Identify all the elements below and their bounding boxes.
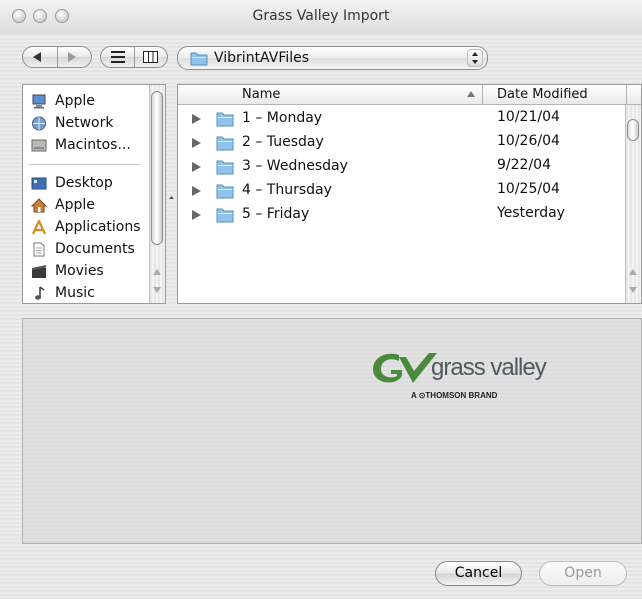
gv-logo-mark-icon bbox=[373, 353, 437, 383]
chevron-left-icon bbox=[33, 52, 41, 62]
column-view-icon bbox=[143, 51, 158, 63]
scroll-up-arrow-icon[interactable] bbox=[153, 269, 161, 275]
file-row[interactable]: 3 – Wednesday 9/22/04 bbox=[178, 155, 626, 179]
column-view-button[interactable] bbox=[135, 47, 168, 67]
cancel-button[interactable]: Cancel bbox=[435, 561, 522, 586]
sidebar-scrollbar[interactable] bbox=[149, 85, 165, 303]
movies-icon bbox=[32, 265, 46, 278]
hard-drive-icon bbox=[31, 139, 47, 152]
sidebar-separator bbox=[29, 164, 141, 165]
network-globe-icon bbox=[32, 116, 46, 131]
sort-ascending-icon bbox=[467, 91, 475, 97]
desktop-icon bbox=[31, 177, 47, 190]
window-title: Grass Valley Import bbox=[252, 8, 390, 24]
file-list-scroll-thumb[interactable] bbox=[627, 119, 639, 141]
folder-icon bbox=[216, 160, 234, 175]
applications-icon bbox=[32, 220, 46, 235]
scroll-up-arrow-icon[interactable] bbox=[629, 269, 637, 275]
sidebar: Apple Network Macintos... Desktop Apple … bbox=[22, 84, 166, 304]
column-header-date-modified[interactable]: Date Modified bbox=[482, 85, 626, 105]
disclosure-triangle-icon[interactable] bbox=[192, 162, 201, 172]
disclosure-triangle-icon[interactable] bbox=[192, 114, 201, 124]
disclosure-triangle-icon[interactable] bbox=[192, 210, 201, 220]
back-button[interactable] bbox=[23, 47, 57, 67]
folder-icon bbox=[216, 136, 234, 151]
home-icon bbox=[31, 198, 47, 213]
import-dialog-window: Grass Valley Import VibrintAVFiles Apple… bbox=[0, 0, 642, 599]
computer-icon bbox=[32, 94, 46, 109]
sidebar-scroll-thumb[interactable] bbox=[151, 91, 163, 245]
file-row[interactable]: 1 – Monday 10/21/04 bbox=[178, 107, 626, 131]
title-bar: Grass Valley Import bbox=[0, 0, 642, 34]
file-row[interactable]: 4 – Thursday 10/25/04 bbox=[178, 179, 626, 203]
preview-pane: grass valley A ⊙THOMSON BRAND bbox=[22, 318, 642, 544]
column-header-name[interactable]: Name bbox=[178, 85, 482, 105]
list-view-button[interactable] bbox=[101, 47, 134, 67]
folder-icon bbox=[190, 52, 208, 66]
location-label: VibrintAVFiles bbox=[214, 50, 310, 66]
scroll-down-arrow-icon[interactable] bbox=[153, 287, 161, 293]
disclosure-triangle-icon[interactable] bbox=[192, 186, 201, 196]
documents-icon bbox=[33, 242, 45, 257]
location-popup[interactable]: VibrintAVFiles bbox=[177, 46, 488, 70]
file-list-scrollbar[interactable] bbox=[625, 105, 641, 303]
file-list: Name Date Modified 1 – Monday 10/21/04 2… bbox=[177, 84, 642, 304]
list-view-icon bbox=[111, 51, 125, 63]
folder-icon bbox=[216, 208, 234, 223]
folder-icon bbox=[216, 184, 234, 199]
open-button[interactable]: Open bbox=[539, 561, 627, 586]
chevron-right-icon bbox=[68, 52, 76, 62]
pane-resize-handle[interactable] bbox=[169, 188, 174, 199]
folder-icon bbox=[216, 112, 234, 127]
column-header-filler bbox=[626, 85, 641, 105]
back-forward-control bbox=[22, 46, 92, 68]
scroll-down-arrow-icon[interactable] bbox=[629, 287, 637, 293]
forward-button[interactable] bbox=[58, 47, 92, 67]
file-row[interactable]: 2 – Tuesday 10/26/04 bbox=[178, 131, 626, 155]
view-mode-control bbox=[100, 46, 168, 68]
file-row[interactable]: 5 – Friday Yesterday bbox=[178, 203, 626, 227]
popup-stepper-icon bbox=[467, 49, 483, 67]
music-note-icon bbox=[35, 286, 45, 300]
disclosure-triangle-icon[interactable] bbox=[192, 138, 201, 148]
